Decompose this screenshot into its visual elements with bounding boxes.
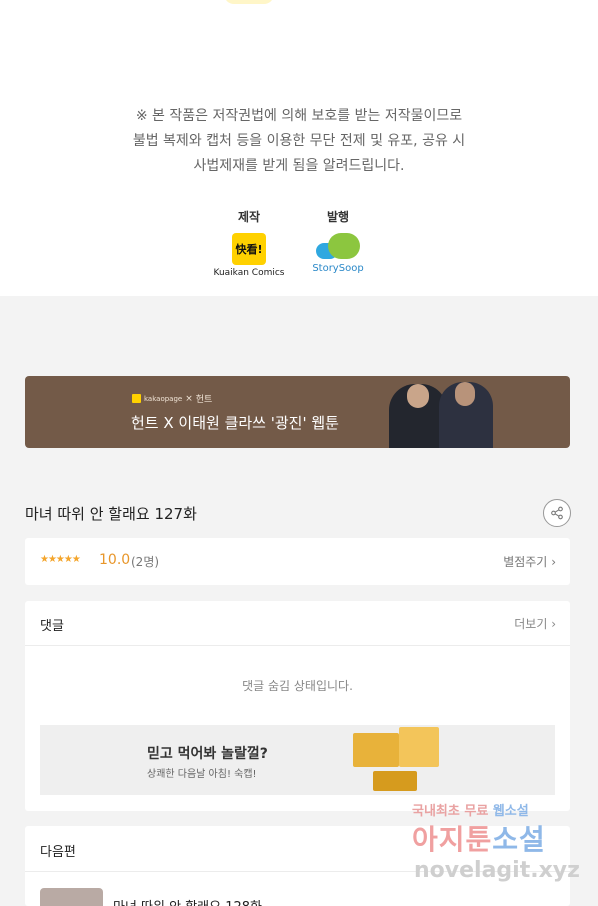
comments-more-link[interactable]: 더보기 › (514, 615, 556, 632)
kakaopage-logo-icon (132, 394, 141, 403)
notice-line: ※ 본 작품은 저작권법에 의해 보호를 받는 저작물이므로 (135, 108, 463, 124)
share-icon (551, 506, 563, 520)
chevron-right-icon: › (551, 555, 556, 569)
publisher-name: StorySoop (312, 263, 364, 274)
credits: 제작 快看! Kuaikan Comics 발행 StorySoop (0, 208, 598, 288)
copyright-notice: ※ 본 작품은 저작권법에 의해 보호를 받는 저작물이므로 불법 복제와 캡처… (0, 104, 598, 179)
share-button[interactable] (543, 499, 571, 527)
notice-line: 불법 복제와 캡처 등을 이용한 무단 전제 및 유포, 공유 시 (132, 133, 466, 149)
next-title: 다음편 (40, 845, 76, 860)
comments-card: 댓글 더보기 › 댓글 숨김 상태입니다. 믿고 먹어봐 놀랄껄? 상쾌한 다음… (25, 601, 570, 811)
episode-title: 마녀 따위 안 할래요 127화 (25, 505, 197, 523)
copyright-section: ※ 본 작품은 저작권법에 의해 보호를 받는 저작물이므로 불법 복제와 캡처… (0, 0, 598, 296)
next-episode-link[interactable]: 마녀 따위 안 할래요 128화 (113, 896, 262, 906)
watermark-line: 아지툰소설 (412, 823, 546, 856)
credit-publisher: 발행 StorySoop (298, 208, 378, 274)
production-name: Kuaikan Comics (213, 268, 285, 278)
promo-banner[interactable]: kakaopage × 헌트 헌트 X 이태원 클라쓰 '광진' 웹툰 (25, 376, 570, 448)
rate-button[interactable]: 별점주기 › (503, 553, 556, 570)
ad-subtitle: 상쾌한 다음날 아침! 숙캡! (147, 769, 257, 780)
kuaikan-logo: 快看! (232, 233, 266, 265)
banner-brand: kakaopage × 헌트 (132, 392, 212, 405)
storysoop-logo (314, 233, 362, 263)
rating-card: ★★★★★ 10.0 (2명) 별점주기 › (25, 538, 570, 585)
next-episode-thumbnail[interactable] (40, 888, 103, 906)
publisher-label: 발행 (326, 210, 350, 224)
comments-title: 댓글 (40, 619, 64, 634)
credit-production: 제작 快看! Kuaikan Comics (209, 208, 289, 278)
banner-text: 헌트 X 이태원 클라쓰 '광진' 웹툰 (131, 414, 339, 432)
ad-banner[interactable]: 믿고 먹어봐 놀랄껄? 상쾌한 다음날 아침! 숙캡! (40, 725, 555, 795)
comments-hidden-message: 댓글 숨김 상태입니다. (242, 679, 353, 693)
watermark-url: novelagit.xyz (414, 858, 580, 883)
star-rating-icon: ★★★★★ (40, 554, 81, 565)
rating-count: (2명) (131, 555, 160, 569)
watermark-line: 국내최초 무료 웹소설 (412, 804, 529, 819)
production-label: 제작 (237, 210, 261, 224)
notice-line: 사법제재를 받게 됨을 알려드립니다. (193, 158, 405, 174)
ad-title: 믿고 먹어봐 놀랄껄? (147, 746, 268, 762)
ad-product-image (353, 727, 441, 793)
rating-value: 10.0 (99, 552, 131, 568)
chevron-right-icon: › (551, 617, 556, 631)
decoration (224, 0, 274, 4)
watermark: 국내최초 무료 웹소설 아지툰소설 novelagit.xyz (410, 800, 590, 900)
comments-header: 댓글 더보기 › (25, 601, 570, 646)
